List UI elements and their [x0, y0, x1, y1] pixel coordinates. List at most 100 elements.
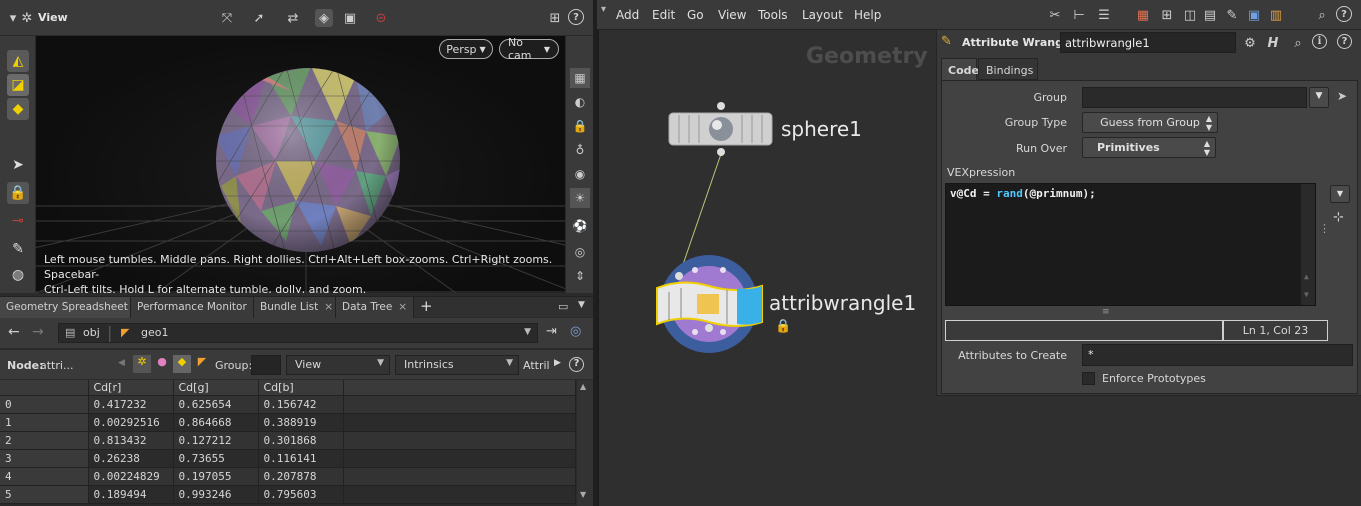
select-edges-icon[interactable]: ◪ [7, 74, 29, 96]
points-icon[interactable]: ✲ [133, 355, 151, 373]
maximize-icon[interactable]: ▭ [558, 300, 568, 313]
intrinsics-dropdown[interactable]: Intrinsics ▼ [395, 355, 519, 375]
soccer-icon[interactable]: ⚽ [570, 216, 590, 236]
render-icon[interactable]: ◍ [7, 264, 29, 286]
persp-menu[interactable]: Persp ▼ [439, 39, 493, 59]
tab-bundle-list[interactable]: Bundle List × [254, 297, 336, 318]
path-geo[interactable]: geo1 [141, 326, 168, 339]
camera-menu[interactable]: No cam ▼ [499, 36, 559, 62]
tumble-tool-icon[interactable]: ⤧ [218, 9, 236, 27]
record-icon[interactable]: ⊝ [372, 9, 390, 27]
light-icon[interactable]: ♁ [570, 140, 590, 160]
grid-icon[interactable]: ⊞ [1158, 6, 1176, 24]
scroll-right-icon[interactable]: ▶ [554, 358, 561, 368]
output-connector[interactable] [705, 324, 713, 332]
scroll-up-icon[interactable]: ▲ [1304, 272, 1309, 281]
menu-view[interactable]: View [718, 8, 746, 22]
tab-bindings[interactable]: Bindings [978, 58, 1038, 80]
pin-icon[interactable]: ⊸ [7, 210, 29, 232]
enforce-prototypes-checkbox[interactable] [1082, 372, 1095, 385]
pane-menu-icon[interactable]: ▾ [601, 4, 606, 15]
column-header[interactable]: Cd[b] [258, 380, 344, 396]
node-name-field[interactable]: attribwrangle1 [1060, 32, 1236, 53]
menu-tools[interactable]: Tools [758, 8, 788, 22]
output-connector[interactable] [717, 148, 725, 156]
sphere1-label[interactable]: sphere1 [781, 117, 862, 141]
scroll-arrows-icon[interactable]: ⇕ [570, 266, 590, 286]
group-type-dropdown[interactable]: Guess from Group ▲ ▼ [1082, 112, 1218, 133]
arrow-select-icon[interactable]: ➤ [7, 154, 29, 176]
menu-edit[interactable]: Edit [652, 8, 675, 22]
link-icon[interactable]: ◎ [570, 324, 581, 339]
layout-icon[interactable]: ◫ [1181, 6, 1199, 24]
note-icon[interactable]: ✎ [1223, 6, 1241, 24]
run-over-dropdown[interactable]: Primitives ▲ ▼ [1082, 137, 1216, 158]
info-icon[interactable]: i [1312, 34, 1327, 49]
table-row[interactable]: 4 0.00224829 0.197055 0.207878 [0, 467, 576, 486]
sphere1-node[interactable] [668, 102, 773, 156]
help-icon[interactable]: ? [1336, 6, 1352, 22]
code-menu-button[interactable]: ▼ [1330, 185, 1350, 203]
close-icon[interactable]: × [398, 301, 407, 313]
table-row[interactable]: 0 0.417232 0.625654 0.156742 [0, 395, 576, 414]
table-row[interactable]: 2 0.813432 0.127212 0.301868 [0, 431, 576, 450]
vex-code-editor[interactable]: v@Cd = rand(@primnum); ▲ ▼ [945, 183, 1316, 306]
group-field[interactable] [251, 355, 281, 375]
tab-geometry-spreadsheet[interactable]: Geometry Spreadsheet× [0, 297, 143, 318]
chevron-down-icon[interactable]: ▼ [524, 327, 531, 337]
gear-icon[interactable]: ⚙ [1241, 34, 1259, 52]
pane-splitter[interactable] [593, 0, 597, 506]
menu-layout[interactable]: Layout [802, 8, 843, 22]
view-dropdown[interactable]: View ▼ [286, 355, 390, 375]
lock-view-icon[interactable]: 🔒 [570, 116, 590, 136]
create-spare-params-icon[interactable]: ⊹ [1333, 210, 1344, 225]
help-icon[interactable]: ? [568, 9, 584, 25]
search-icon[interactable]: ⌕ [1289, 34, 1307, 52]
path-field[interactable]: ▤ obj | ◤ geo1 ▼ [58, 323, 538, 343]
primitives-icon[interactable]: ◆ [173, 355, 191, 373]
column-header[interactable]: Cd[g] [173, 380, 259, 396]
houdini-icon[interactable]: H [1264, 34, 1282, 52]
attribwrangle1-node[interactable] [656, 255, 763, 353]
scrollbar[interactable]: ▲ ▼ [577, 380, 593, 506]
tab-data-tree[interactable]: Data Tree × [336, 297, 414, 318]
select-prims-icon[interactable]: ◆ [7, 98, 29, 120]
monitor-icon[interactable]: ▤ [1201, 6, 1219, 24]
detail-icon[interactable]: ◤ [193, 355, 211, 373]
wrench-icon[interactable]: ✂ [1046, 6, 1064, 24]
transform-tool-icon[interactable]: ⇄ [284, 9, 302, 27]
path-obj[interactable]: obj [83, 326, 100, 339]
tree-icon[interactable]: ⊢ [1070, 6, 1088, 24]
resize-handle-icon[interactable]: ⋮ [1319, 222, 1330, 235]
shading-icon[interactable]: ◉ [570, 164, 590, 184]
back-icon[interactable]: ← [8, 324, 20, 340]
scroll-down-icon[interactable]: ▼ [1304, 290, 1309, 299]
list-icon[interactable]: ☰ [1095, 6, 1113, 24]
column-header[interactable]: Cd[r] [88, 380, 174, 396]
viewport-canvas[interactable]: Persp ▼ No cam ▼ Left mouse tumbles. Middl… [36, 36, 565, 293]
tab-performance-monitor[interactable]: Performance Monitor× [131, 297, 262, 318]
lock-icon[interactable]: 🔒 [7, 182, 29, 204]
snap-icon[interactable]: ◈ [315, 9, 333, 27]
visibility-icon[interactable]: ◎ [570, 242, 590, 262]
headlight-icon[interactable]: ☀ [570, 188, 590, 208]
select-points-icon[interactable]: ◭ [7, 50, 29, 72]
menu-add[interactable]: Add [616, 8, 639, 22]
grid-icon[interactable]: ▦ [570, 68, 590, 88]
ghost-icon[interactable]: ◐ [570, 92, 590, 112]
column-header[interactable] [0, 380, 89, 396]
camera-icon[interactable]: ▣ [341, 9, 359, 27]
select-tool-icon[interactable]: ➚ [250, 9, 268, 27]
group-menu-button[interactable]: ▼ [1309, 87, 1329, 108]
box-icon[interactable]: ▥ [1267, 6, 1285, 24]
menu-help[interactable]: Help [854, 8, 881, 22]
close-icon[interactable]: × [324, 301, 333, 313]
paint-icon[interactable]: ✎ [7, 238, 29, 260]
vertices-icon[interactable]: ● [153, 355, 171, 373]
table-row[interactable]: 3 0.26238 0.73655 0.116141 [0, 449, 576, 468]
image-icon[interactable]: ▣ [1245, 6, 1263, 24]
table-row[interactable]: 1 0.00292516 0.864668 0.388919 [0, 413, 576, 432]
pane-menu-icon[interactable]: ▼ [578, 300, 585, 310]
group-field[interactable] [1082, 87, 1307, 108]
table-row[interactable]: 5 0.189494 0.993246 0.795603 [0, 485, 576, 504]
